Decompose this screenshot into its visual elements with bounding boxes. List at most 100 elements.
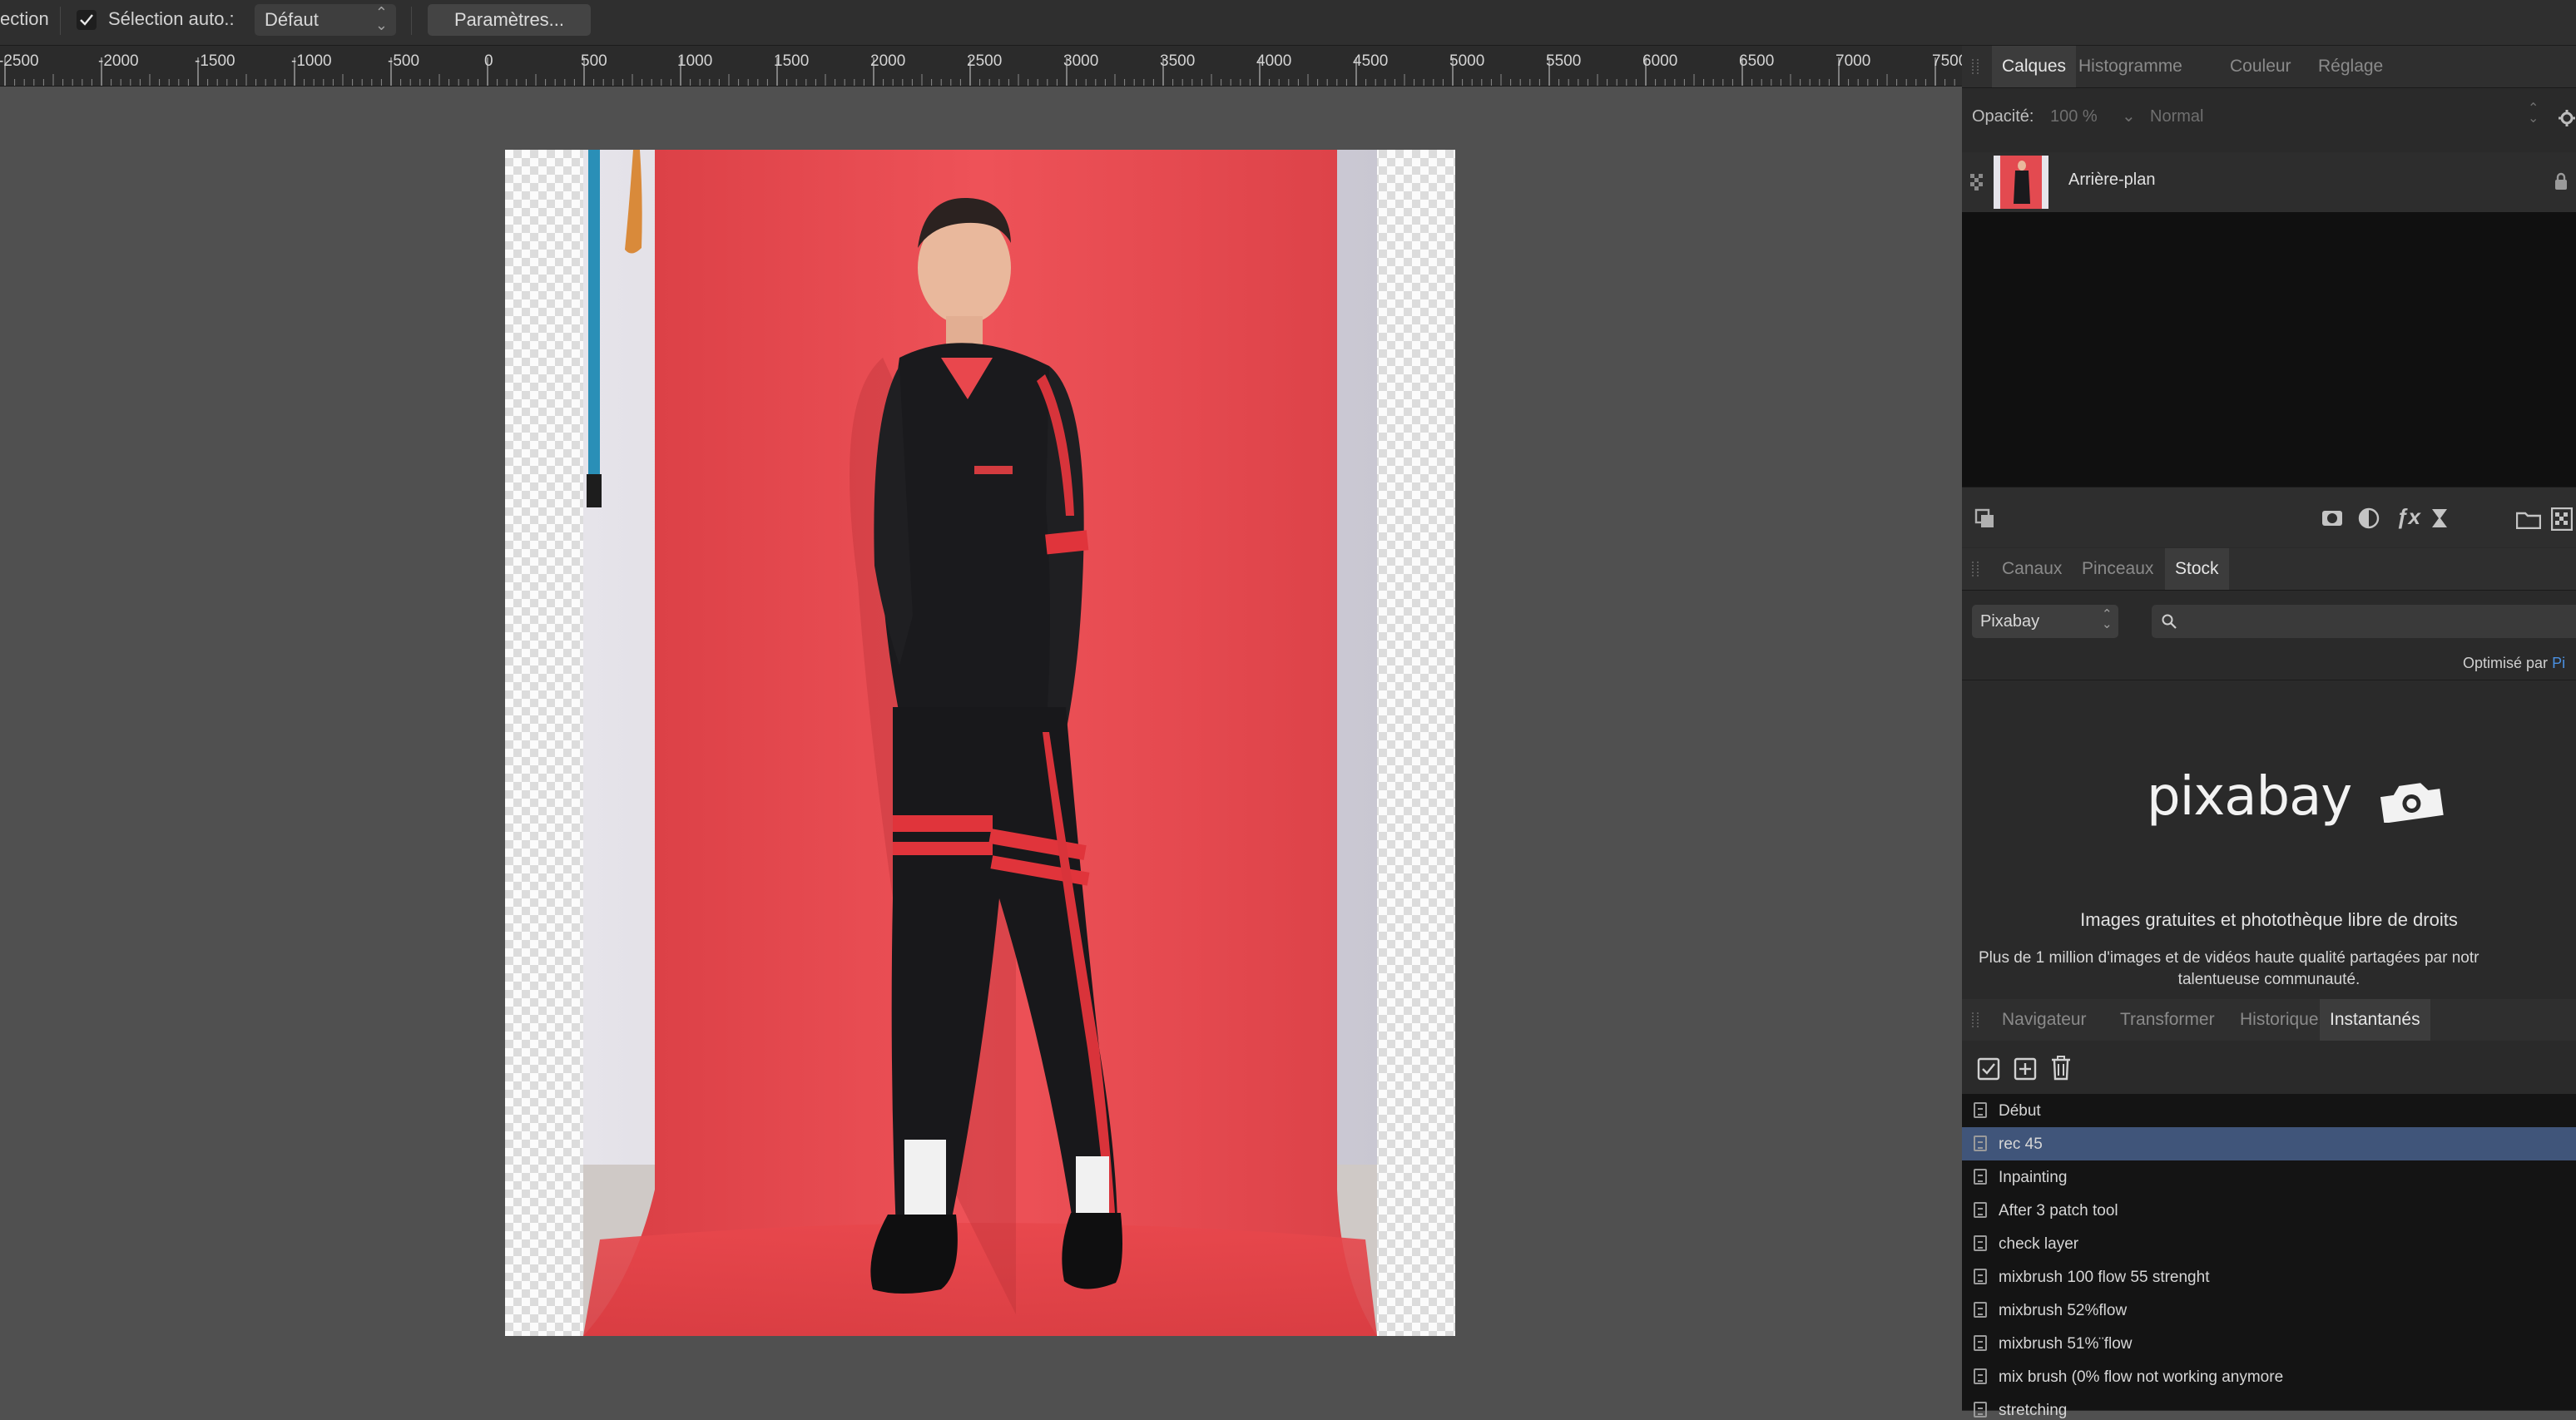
hourglass-icon[interactable]: [2430, 507, 2450, 529]
restore-snapshot-icon[interactable]: [1977, 1057, 2000, 1081]
auto-select-dropdown[interactable]: Défaut ⌃ ⌄: [255, 4, 396, 36]
opacity-label: Opacité:: [1972, 107, 2034, 126]
layers-list[interactable]: [1962, 212, 2576, 487]
ruler-label: 7500: [1932, 52, 1962, 70]
stock-panel-tabbar: Canaux Pinceaux Stock: [1962, 548, 2576, 591]
snapshot-item[interactable]: After 3 patch tool: [1962, 1194, 2576, 1228]
ruler-label: 5500: [1546, 52, 1581, 70]
snapshots-list: Début rec 45 Inpainting After 3 patch to…: [1962, 1094, 2576, 1419]
camera-icon: [2380, 783, 2444, 823]
gear-icon[interactable]: [2558, 109, 2576, 127]
snapshot-icon: [1974, 1402, 1987, 1418]
updown-arrows-icon: ⌃ ⌄: [2528, 101, 2539, 126]
snapshot-item[interactable]: Inpainting: [1962, 1160, 2576, 1195]
snapshot-icon: [1974, 1202, 1987, 1218]
stock-search-input[interactable]: [2152, 605, 2576, 638]
stock-source-select[interactable]: Pixabay ⌃ ⌄: [1972, 605, 2118, 638]
pixabay-logo: pixabay: [2147, 766, 2444, 833]
adjustment-icon[interactable]: [2358, 507, 2380, 529]
ruler-label: 1000: [677, 52, 712, 70]
tab-instantanes[interactable]: Instantanés: [2320, 999, 2430, 1041]
settings-button[interactable]: Paramètres...: [428, 4, 591, 36]
tab-transformer[interactable]: Transformer: [2110, 999, 2225, 1041]
powered-by-label: Optimisé par: [2463, 655, 2549, 671]
snapshot-item[interactable]: mixbrush 52%flow: [1962, 1294, 2576, 1328]
right-panel: Calques Histogramme Couleur Réglage Opac…: [1962, 46, 2576, 1419]
ruler-label: 0: [484, 52, 493, 70]
ruler-label: 500: [581, 52, 607, 70]
ruler-label: 3500: [1160, 52, 1195, 70]
panel-grip-icon[interactable]: [1972, 1012, 1979, 1027]
ruler-label: 2000: [870, 52, 905, 70]
auto-select-checkbox[interactable]: [77, 10, 97, 30]
tab-histogramme[interactable]: Histogramme: [2068, 46, 2192, 87]
toolbar-divider: [60, 7, 61, 35]
snapshot-label: rec 45: [1999, 1136, 2043, 1153]
stock-description-line1: Plus de 1 million d'images et de vidéos …: [1979, 949, 2479, 967]
fx-icon[interactable]: ƒx: [2396, 504, 2420, 530]
stock-headline: Images gratuites et photothèque libre de…: [2080, 909, 2458, 930]
snapshot-item[interactable]: mixbrush 51%¨flow: [1962, 1327, 2576, 1361]
blend-mode-select[interactable]: Normal: [2150, 107, 2203, 126]
powered-by: Optimisé par Pi: [2463, 655, 2565, 672]
opacity-field[interactable]: 100 %: [2050, 107, 2098, 126]
document-canvas[interactable]: [505, 150, 1455, 1336]
canvas-area[interactable]: [0, 87, 1962, 1396]
tab-couleur[interactable]: Couleur: [2220, 46, 2301, 87]
ruler-label: 7000: [1835, 52, 1870, 70]
tab-pinceaux[interactable]: Pinceaux: [2072, 548, 2163, 590]
ruler-label: 2500: [967, 52, 1002, 70]
snapshot-item[interactable]: Début: [1962, 1094, 2576, 1128]
horizontal-ruler[interactable]: -2500 -2000 -1500 -1000 -500 0 500 1000 1500 2000…: [0, 46, 1962, 87]
snapshot-label: After 3 patch tool: [1999, 1202, 2118, 1220]
snapshot-label: mix brush (0% flow not working anymore: [1999, 1368, 2284, 1386]
ruler-label: 6000: [1642, 52, 1677, 70]
tab-stock[interactable]: Stock: [2165, 548, 2229, 590]
snapshot-label: mixbrush 100 flow 55 strenght: [1999, 1269, 2210, 1286]
snapshot-icon: [1974, 1368, 1987, 1384]
ruler-label: 4000: [1256, 52, 1291, 70]
ruler-label: -500: [388, 52, 419, 70]
trash-icon[interactable]: [2050, 1056, 2072, 1081]
snapshot-icon: [1974, 1102, 1987, 1118]
mask-icon[interactable]: [2321, 507, 2343, 529]
search-icon: [2162, 614, 2177, 629]
lock-icon[interactable]: [2554, 172, 2568, 190]
layer-stack-icon[interactable]: [1974, 507, 1995, 529]
ruler-label: -1500: [195, 52, 235, 70]
layer-name: Arrière-plan: [2068, 171, 2156, 189]
snapshot-item[interactable]: stretching: [1962, 1393, 2576, 1419]
snapshot-icon: [1974, 1235, 1987, 1251]
tool-name: ection: [0, 8, 49, 29]
tab-historique[interactable]: Historique: [2230, 999, 2329, 1041]
snapshot-item[interactable]: mix brush (0% flow not working anymore: [1962, 1360, 2576, 1394]
context-toolbar: ection Sélection auto.: Défaut ⌃ ⌄ Paramè…: [0, 0, 2576, 46]
add-snapshot-icon[interactable]: [2014, 1057, 2037, 1081]
toolbar-divider: [411, 7, 412, 35]
ruler-label: -2000: [98, 52, 139, 70]
ruler-label: 4500: [1353, 52, 1388, 70]
new-pixel-layer-icon[interactable]: [2551, 507, 2573, 531]
tab-calques[interactable]: Calques: [1992, 46, 2077, 87]
snapshot-label: mixbrush 51%¨flow: [1999, 1335, 2133, 1353]
tab-reglage[interactable]: Réglage: [2308, 46, 2393, 87]
snapshot-item[interactable]: check layer: [1962, 1227, 2576, 1261]
panel-grip-icon[interactable]: [1972, 59, 1979, 74]
snapshot-label: Inpainting: [1999, 1169, 2068, 1186]
snapshot-item[interactable]: rec 45: [1962, 1127, 2576, 1161]
visibility-checker-icon[interactable]: [1970, 174, 1984, 190]
snapshots-panel-tabbar: Navigateur Transformer Historique Instan…: [1962, 999, 2576, 1041]
tab-navigateur[interactable]: Navigateur: [1992, 999, 2097, 1041]
photo-image: [583, 150, 1377, 1336]
opacity-dropdown-icon[interactable]: ⌄: [2122, 106, 2136, 126]
layer-row-background[interactable]: Arrière-plan: [1962, 152, 2576, 212]
folder-icon[interactable]: [2516, 509, 2541, 529]
powered-by-link[interactable]: Pi: [2552, 655, 2565, 671]
snapshot-label: stretching: [1999, 1402, 2068, 1419]
snapshot-icon: [1974, 1169, 1987, 1185]
checkmark-icon: [80, 14, 93, 26]
panel-grip-icon[interactable]: [1972, 562, 1979, 576]
tab-canaux[interactable]: Canaux: [1992, 548, 2072, 590]
snapshot-item[interactable]: mixbrush 100 flow 55 strenght: [1962, 1260, 2576, 1294]
layers-panel-tabbar: Calques Histogramme Couleur Réglage: [1962, 46, 2576, 88]
